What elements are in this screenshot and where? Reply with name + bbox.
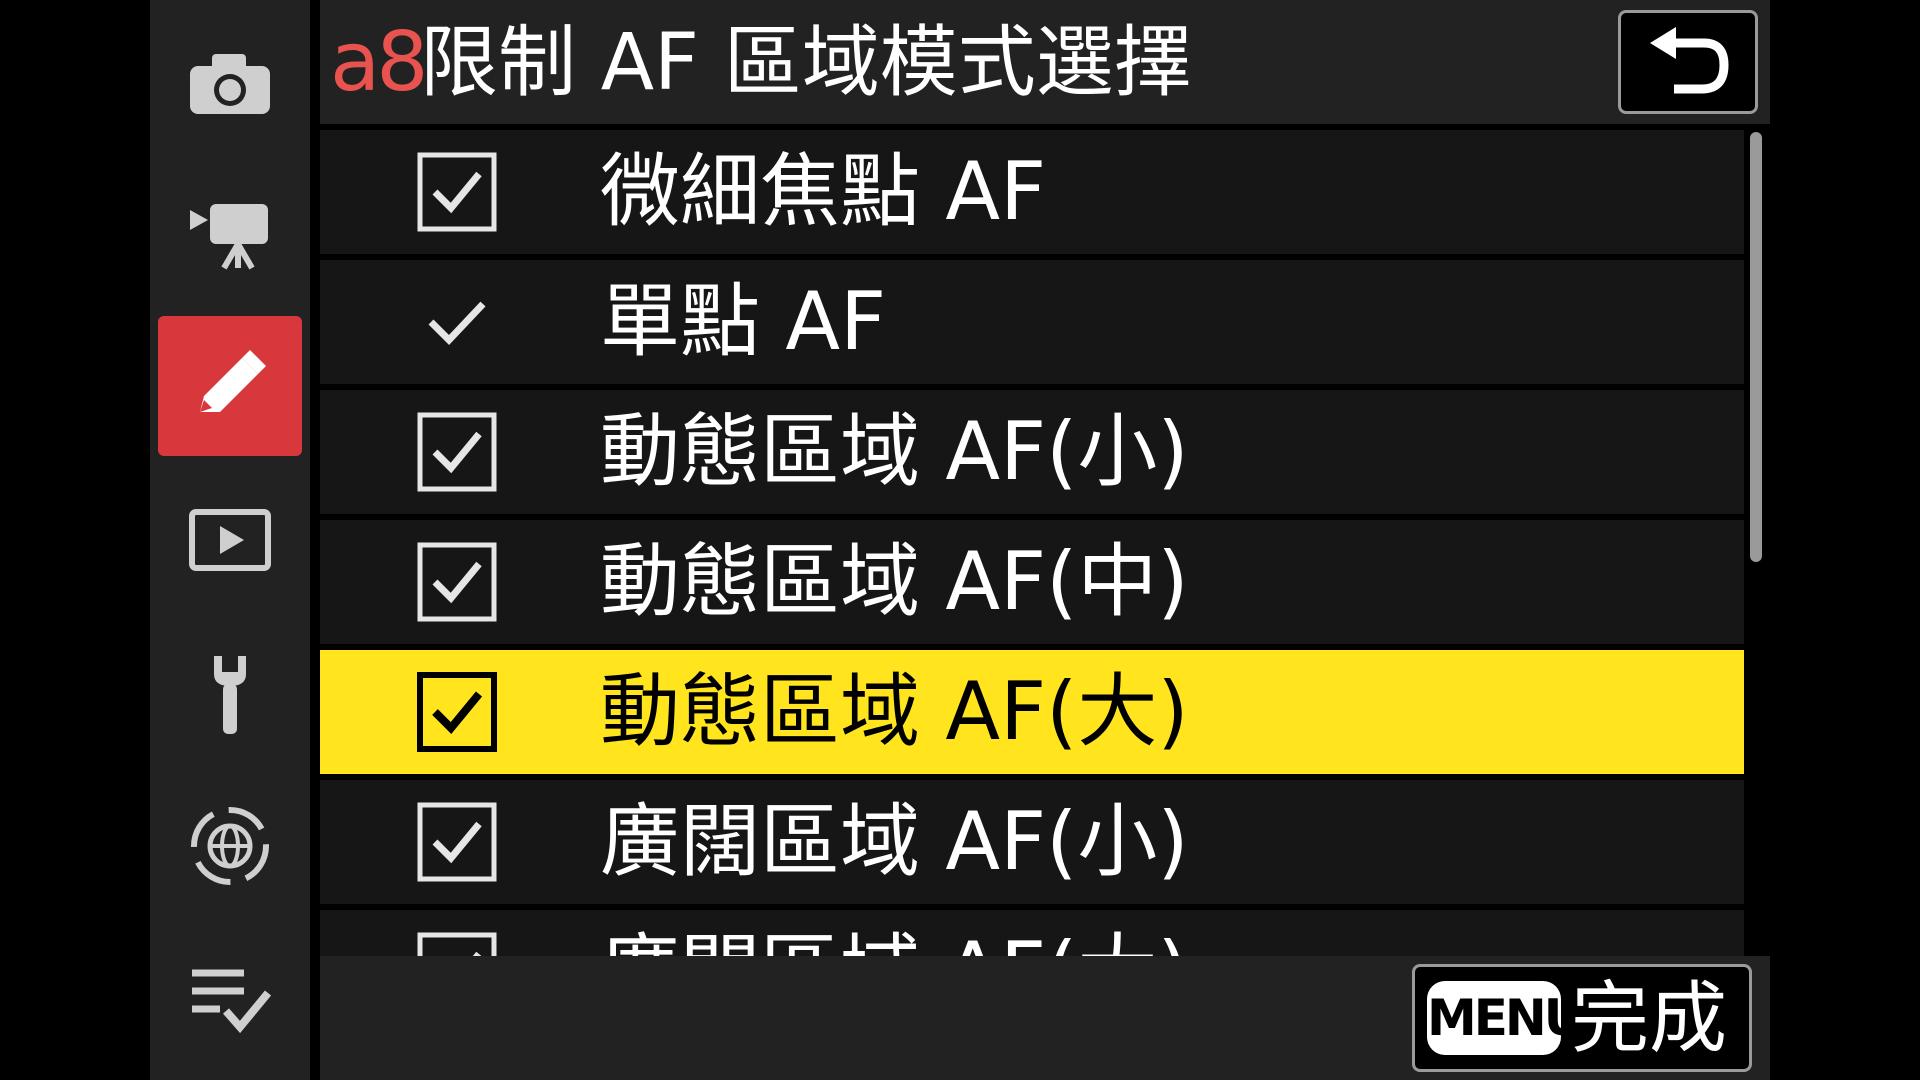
done-button[interactable]: MENU 完成	[1412, 964, 1752, 1072]
list-item-wide-area-af-l[interactable]: 廣闊區域 AF(大)	[320, 910, 1744, 956]
scrollbar-thumb[interactable]	[1750, 132, 1762, 562]
pencil-icon	[200, 350, 266, 412]
tab-photo-shooting[interactable]	[158, 14, 302, 154]
tab-custom-settings[interactable]	[158, 316, 302, 456]
done-label: 完成	[1571, 974, 1728, 1064]
list-item-pinpoint-af[interactable]: 微細焦點 AF	[320, 130, 1744, 254]
checkbox-checked-icon	[417, 932, 497, 956]
checkbox-checked-icon	[417, 542, 497, 622]
tab-network[interactable]	[158, 776, 302, 916]
menu-header: a8 限制 AF 區域模式選擇	[320, 0, 1770, 124]
list-item-dynamic-area-af-m[interactable]: 動態區域 AF(中)	[320, 520, 1744, 644]
list-item-dynamic-area-af-s[interactable]: 動態區域 AF(小)	[320, 390, 1744, 514]
camera-icon	[190, 54, 270, 114]
tab-playback[interactable]	[158, 470, 302, 610]
my-menu-icon	[192, 969, 272, 1034]
back-arrow-icon	[1650, 27, 1729, 94]
checkbox-checked-icon	[417, 412, 497, 492]
menu-footer: MENU 完成	[320, 956, 1770, 1080]
list-item-label: 單點 AF	[600, 275, 887, 368]
wrench-icon	[214, 656, 246, 734]
video-camera-icon	[190, 204, 268, 270]
list-item-label: 廣闊區域 AF(大)	[600, 910, 1189, 956]
list-item-wide-area-af-s[interactable]: 廣闊區域 AF(小)	[320, 780, 1744, 904]
network-icon	[191, 807, 269, 885]
playback-icon	[189, 509, 271, 571]
tab-setup[interactable]	[158, 624, 302, 764]
list-item-label: 微細焦點 AF	[600, 145, 1047, 238]
checkbox-checked-icon	[417, 152, 497, 232]
fixed-check-icon	[428, 301, 486, 346]
list-item-label: 動態區域 AF(小)	[600, 405, 1189, 498]
checkbox-checked-icon	[417, 802, 497, 882]
back-button[interactable]	[1618, 10, 1758, 114]
menu-key-badge: MENU	[1427, 981, 1584, 1055]
menu-tabs-sidebar	[150, 0, 310, 1080]
list-item-label: 廣闊區域 AF(小)	[600, 795, 1189, 888]
list-item-label: 動態區域 AF(中)	[600, 535, 1189, 628]
list-item-single-point-af[interactable]: 單點 AF	[320, 260, 1744, 384]
tab-video-recording[interactable]	[158, 166, 302, 306]
list-item-dynamic-area-af-l[interactable]: 動態區域 AF(大)	[320, 650, 1744, 774]
tab-my-menu[interactable]	[158, 930, 302, 1070]
page-title: 限制 AF 區域模式選擇	[420, 18, 1192, 108]
af-area-mode-list: 微細焦點 AF 單點 AF 動態區域 AF(小) 動態區域 AF(中) 動態區域…	[320, 130, 1744, 956]
list-item-label: 動態區域 AF(大)	[600, 665, 1189, 758]
menu-code: a8	[330, 15, 428, 110]
checkbox-checked-icon	[417, 672, 497, 752]
camera-menu-screen: a8 限制 AF 區域模式選擇 微細焦點 AF 單點 AF 動態區域 AF(小)…	[0, 0, 1920, 1080]
